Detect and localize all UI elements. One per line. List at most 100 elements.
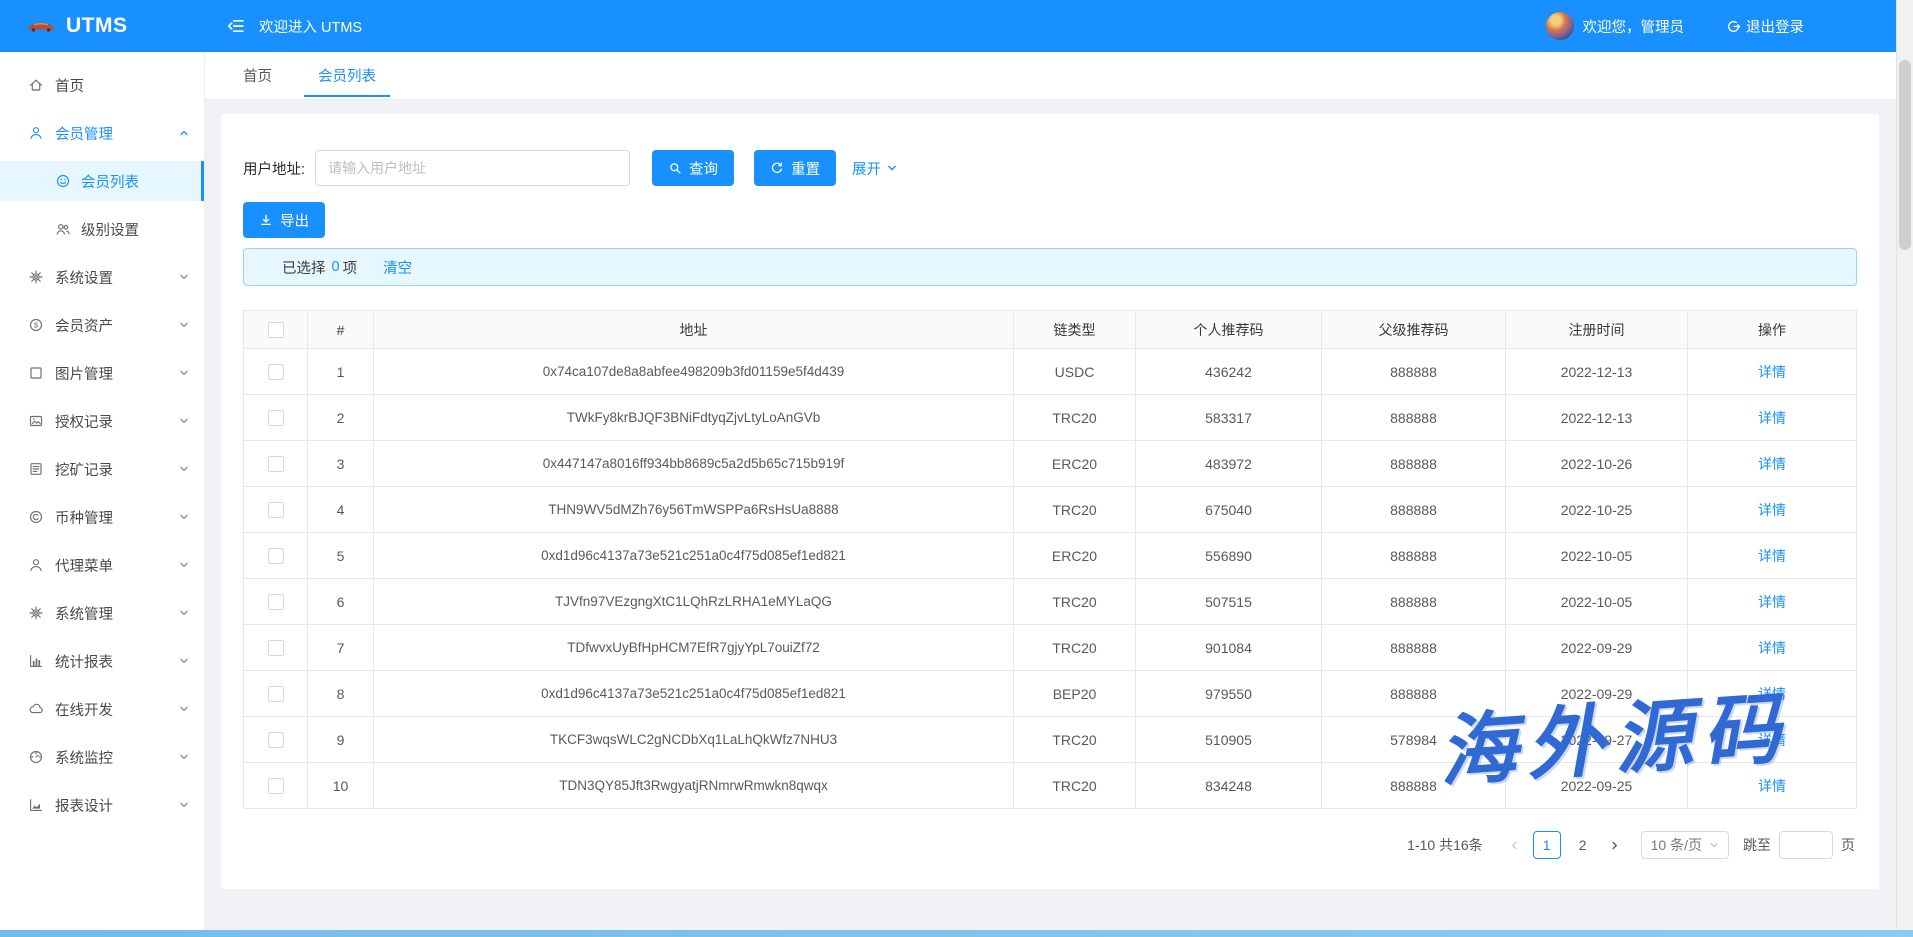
row-index: 10 (308, 763, 374, 809)
expand-label: 展开 (852, 158, 881, 179)
row-checkbox[interactable] (268, 548, 284, 564)
detail-link[interactable]: 详情 (1758, 410, 1786, 426)
row-checkbox[interactable] (268, 410, 284, 426)
table-row: 10x74ca107de8a8abfee498209b3fd01159e5f4d… (244, 349, 1857, 395)
welcome-text: 欢迎进入 UTMS (259, 16, 362, 37)
sidebar-item-dollar-3[interactable]: $会员资产 (0, 305, 204, 345)
reset-button-label: 重置 (791, 158, 820, 179)
row-reg-date: 2022-09-29 (1506, 625, 1688, 671)
sidebar-item-dashboard-12[interactable]: 系统监控 (0, 737, 204, 777)
sidebar-item-chart-bar-10[interactable]: 统计报表 (0, 641, 204, 681)
row-chain-type: ERC20 (1014, 441, 1136, 487)
picture-icon (28, 413, 44, 429)
main: 首页 会员列表 用户地址: 查询 (205, 52, 1896, 930)
logout-button[interactable]: 退出登录 (1726, 16, 1804, 37)
page-size-value: 10 条/页 (1651, 835, 1702, 855)
sidebar-item-person-8[interactable]: 代理菜单 (0, 545, 204, 585)
tab-home[interactable]: 首页 (229, 52, 286, 99)
sidebar-item-doc-6[interactable]: 挖矿记录 (0, 449, 204, 489)
row-select-cell (244, 717, 308, 763)
gear2-icon (28, 605, 44, 621)
select-all-checkbox[interactable] (268, 322, 284, 338)
sidebar-item-home-0[interactable]: 首页 (0, 65, 204, 105)
menu-fold-icon[interactable] (227, 17, 245, 35)
sidebar-item-label: 图片管理 (55, 363, 113, 384)
table-row: 2TWkFy8krBJQF3BNiFdtyqZjvLtyLoAnGVbTRC20… (244, 395, 1857, 441)
square-icon (28, 365, 44, 381)
address-input[interactable] (315, 150, 630, 186)
sidebar-item-cloud-11[interactable]: 在线开发 (0, 689, 204, 729)
detail-link[interactable]: 详情 (1758, 502, 1786, 518)
jump-page-input[interactable] (1779, 831, 1833, 859)
scrollbar[interactable] (1896, 0, 1913, 937)
row-ref-code: 556890 (1136, 533, 1322, 579)
logo: UTMS (0, 14, 205, 38)
row-checkbox[interactable] (268, 594, 284, 610)
row-checkbox[interactable] (268, 778, 284, 794)
table-row: 30x447147a8016ff934bb8689c5a2d5b65c715b9… (244, 441, 1857, 487)
smile-icon (55, 173, 71, 189)
row-parent-code: 578984 (1322, 717, 1506, 763)
detail-link[interactable]: 详情 (1758, 548, 1786, 564)
sidebar-item-label: 在线开发 (55, 699, 113, 720)
row-checkbox[interactable] (268, 456, 284, 472)
sidebar-subitem-team[interactable]: 级别设置 (0, 209, 204, 249)
sidebar-item-chart-area-13[interactable]: 报表设计 (0, 785, 204, 825)
row-checkbox[interactable] (268, 640, 284, 656)
selection-suffix: 项 (343, 257, 358, 278)
chevron-down-icon (178, 703, 190, 715)
sidebar-subitem-smile[interactable]: 会员列表 (0, 161, 204, 201)
clear-selection-link[interactable]: 清空 (383, 257, 412, 278)
sidebar-item-user-1[interactable]: 会员管理 (0, 113, 204, 153)
row-parent-code: 888888 (1322, 671, 1506, 717)
detail-link[interactable]: 详情 (1758, 686, 1786, 702)
sidebar-item-label: 系统监控 (55, 747, 113, 768)
jump-label: 跳至 (1743, 835, 1771, 855)
column-header: 注册时间 (1506, 311, 1688, 349)
copyright-icon (28, 509, 44, 525)
scrollbar-thumb[interactable] (1899, 60, 1911, 250)
detail-link[interactable]: 详情 (1758, 640, 1786, 656)
sidebar-item-picture-5[interactable]: 授权记录 (0, 401, 204, 441)
tab-member-list[interactable]: 会员列表 (304, 52, 390, 99)
row-action-cell: 详情 (1688, 395, 1857, 441)
sidebar-item-copyright-7[interactable]: 币种管理 (0, 497, 204, 537)
card: 用户地址: 查询 重置 展开 (221, 114, 1879, 889)
page-button-1[interactable]: 1 (1533, 831, 1561, 859)
row-address: THN9WV5dMZh76y56TmWSPPa6RsHsUa8888 (374, 487, 1014, 533)
row-parent-code: 888888 (1322, 441, 1506, 487)
sidebar-item-gear2-9[interactable]: 系统管理 (0, 593, 204, 633)
member-table: #地址链类型个人推荐码父级推荐码注册时间操作 10x74ca107de8a8ab… (243, 310, 1857, 809)
column-header: 地址 (374, 311, 1014, 349)
sidebar-item-gear-2[interactable]: 系统设置 (0, 257, 204, 297)
chevron-down-icon (178, 367, 190, 379)
row-checkbox[interactable] (268, 502, 284, 518)
detail-link[interactable]: 详情 (1758, 456, 1786, 472)
detail-link[interactable]: 详情 (1758, 732, 1786, 748)
expand-link[interactable]: 展开 (852, 158, 898, 179)
row-ref-code: 901084 (1136, 625, 1322, 671)
chart-bar-icon (28, 653, 44, 669)
row-checkbox[interactable] (268, 364, 284, 380)
detail-link[interactable]: 详情 (1758, 364, 1786, 380)
export-button[interactable]: 导出 (243, 202, 325, 238)
reset-button[interactable]: 重置 (754, 150, 836, 186)
avatar[interactable] (1546, 12, 1574, 40)
row-checkbox[interactable] (268, 732, 284, 748)
next-page-button[interactable] (1601, 831, 1629, 859)
row-parent-code: 888888 (1322, 487, 1506, 533)
row-index: 8 (308, 671, 374, 717)
row-reg-date: 2022-10-05 (1506, 533, 1688, 579)
column-header: 父级推荐码 (1322, 311, 1506, 349)
sidebar-item-square-4[interactable]: 图片管理 (0, 353, 204, 393)
row-action-cell: 详情 (1688, 487, 1857, 533)
page-button-2[interactable]: 2 (1569, 831, 1597, 859)
prev-page-button[interactable] (1501, 831, 1529, 859)
row-checkbox[interactable] (268, 686, 284, 702)
chevron-up-icon (178, 127, 190, 139)
detail-link[interactable]: 详情 (1758, 594, 1786, 610)
detail-link[interactable]: 详情 (1758, 778, 1786, 794)
page-size-select[interactable]: 10 条/页 (1641, 831, 1729, 859)
row-address: TWkFy8krBJQF3BNiFdtyqZjvLtyLoAnGVb (374, 395, 1014, 441)
query-button[interactable]: 查询 (652, 150, 734, 186)
